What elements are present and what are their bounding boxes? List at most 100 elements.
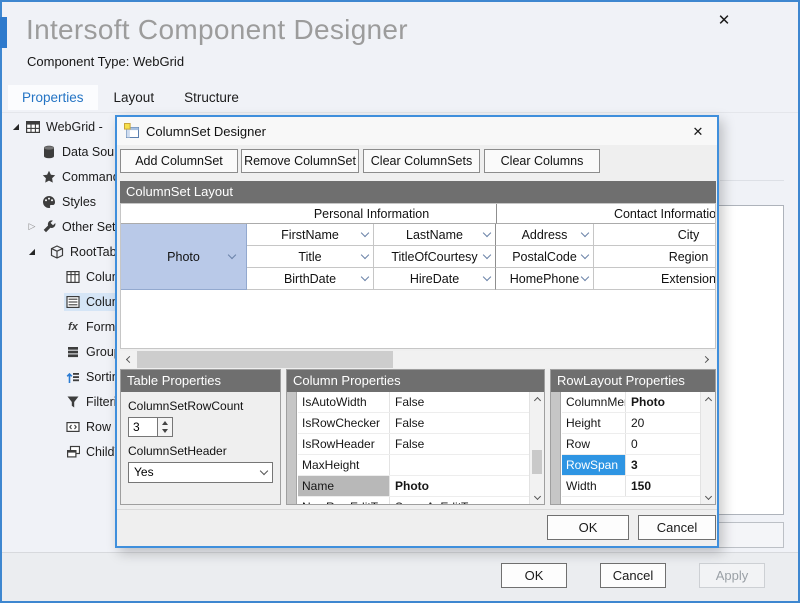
chevron-down-icon [260,466,268,474]
styles-palette-icon [42,195,56,209]
rowlayout-properties-panel: RowLayout Properties ColumnMemberPhoto H… [550,369,716,505]
cell-extension[interactable]: Extension [594,268,716,290]
property-row[interactable]: NewRowEditTypeSameAsEditType [298,497,529,504]
clear-columnsets-button[interactable]: Clear ColumnSets [363,149,480,173]
collapse-icon[interactable]: ▷ [24,221,40,232]
clear-columns-button[interactable]: Clear Columns [484,149,600,173]
cell-address[interactable]: Address [496,224,594,246]
table-properties-panel: Table Properties ColumnSetRowCount 3 Col… [120,369,281,505]
scroll-right-button[interactable] [699,351,716,368]
wrench-icon [42,220,56,234]
scroll-left-button[interactable] [120,351,137,368]
content-divider [720,180,784,181]
close-icon: ✕ [718,12,731,29]
dialog-titlebar: ColumnSet Designer [117,117,717,145]
scroll-down-button[interactable] [530,490,544,504]
property-value: 0 [626,434,700,454]
property-value: False [390,413,529,433]
property-row[interactable]: ColumnMemberPhoto [562,392,700,413]
column-properties-grid: IsAutoWidthFalse IsRowCheckerFalse IsRow… [287,392,544,504]
code-brackets-icon [66,420,80,434]
cell-firstname[interactable]: FirstName [247,224,374,246]
cell-photo[interactable]: Photo [121,224,247,290]
cell-hiredate[interactable]: HireDate [374,268,496,290]
stacked-rows-icon [66,345,80,359]
cell-label: Address [522,228,568,242]
row-indicator-strip [551,392,561,504]
columnset-layout-header: ColumnSet Layout [120,181,716,203]
group-header-contact: Contact Information [496,204,716,224]
property-value: Photo [626,392,700,412]
row-indicator-strip [287,392,297,504]
group-header-empty [121,204,247,224]
commands-star-icon [42,170,56,184]
property-row-rowspan-selected[interactable]: RowSpan3 [562,455,700,476]
property-row[interactable]: Height20 [562,413,700,434]
add-columnset-button[interactable]: Add ColumnSet [120,149,238,173]
cell-lastname[interactable]: LastName [374,224,496,246]
scrollbar-thumb[interactable] [137,351,393,368]
spinner-buttons[interactable] [158,417,173,437]
scroll-up-icon [534,397,541,404]
dialog-ok-button[interactable]: OK [547,515,629,540]
property-row[interactable]: IsAutoWidthFalse [298,392,529,413]
page-title: Intersoft Component Designer [26,14,408,46]
property-row[interactable]: Row0 [562,434,700,455]
dialog-footer-divider [117,509,717,510]
dialog-cancel-button[interactable]: Cancel [638,515,716,540]
cell-region[interactable]: Region [594,246,716,268]
dropdown-chevron-icon [483,250,491,258]
columnset-layout-area: Personal Information Contact Information… [120,203,716,349]
scroll-down-button[interactable] [701,490,715,504]
cell-birthdate[interactable]: BirthDate [247,268,374,290]
cancel-button[interactable]: Cancel [600,563,666,588]
property-label: IsRowHeader [298,434,390,454]
ok-button[interactable]: OK [501,563,567,588]
cell-label: TitleOfCourtesy [391,250,477,264]
dropdown-chevron-icon [361,228,369,236]
cell-homephone[interactable]: HomePhone [496,268,594,290]
dropdown-chevron-icon [581,272,589,280]
tab-properties[interactable]: Properties [8,85,98,110]
expand-icon[interactable]: ◢ [8,122,24,131]
property-label: Height [562,413,626,433]
remove-columnset-button[interactable]: Remove ColumnSet [241,149,359,173]
columnsetrowcount-label: ColumnSetRowCount [128,399,280,413]
cell-postalcode[interactable]: PostalCode [496,246,594,268]
scroll-up-button[interactable] [701,392,715,406]
property-label: IsAutoWidth [298,392,390,412]
cell-title[interactable]: Title [247,246,374,268]
tab-structure[interactable]: Structure [170,85,253,110]
property-value: False [390,434,529,454]
property-label: ColumnMember [562,392,626,412]
property-row[interactable]: MaxHeight [298,455,529,476]
property-value: 3 [626,455,700,475]
columnsetrowcount-input[interactable]: 3 [128,417,158,437]
cell-label: Title [298,250,321,264]
dialog-close-button[interactable]: ✕ [688,122,708,142]
cell-label: Region [669,250,709,264]
apply-button[interactable]: Apply [699,563,765,588]
cell-titleofcourtesy[interactable]: TitleOfCourtesy [374,246,496,268]
property-row[interactable]: IsRowCheckerFalse [298,413,529,434]
intersoft-component-designer-window: ✕ Intersoft Component Designer Component… [0,0,800,603]
property-row[interactable]: IsRowHeaderFalse [298,434,529,455]
property-row-name-selected[interactable]: NamePhoto [298,476,529,497]
property-value: 20 [626,413,700,433]
property-label: MaxHeight [298,455,390,475]
columnset-layout-table: Personal Information Contact Information… [121,204,716,290]
window-close-button[interactable]: ✕ [710,8,738,34]
left-accent-bar [0,17,7,48]
property-row[interactable]: Width150 [562,476,700,497]
cell-city[interactable]: City [594,224,716,246]
expand-icon[interactable]: ◢ [24,247,40,256]
scroll-up-button[interactable] [530,392,544,406]
columnsetheader-select[interactable]: Yes [128,462,273,483]
table-columns-icon [66,270,80,284]
table-properties-header: Table Properties [121,370,280,392]
scrollbar-thumb[interactable] [532,450,542,474]
dropdown-chevron-icon [483,272,491,280]
list-form-icon [66,295,80,309]
cell-label: City [678,228,700,242]
tab-layout[interactable]: Layout [100,85,169,110]
